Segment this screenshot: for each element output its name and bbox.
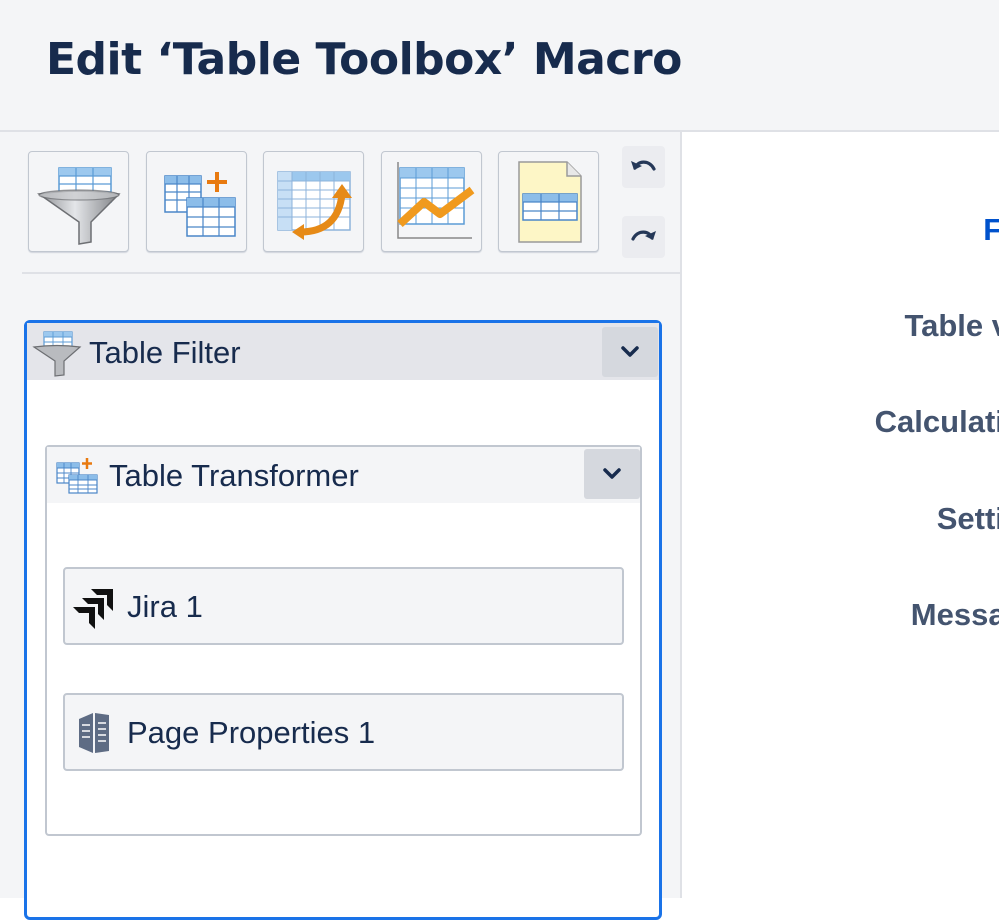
jira-icon	[71, 587, 115, 631]
settings-navigation: Filter Table view Calculations Settings …	[682, 132, 999, 898]
nav-item-table-view[interactable]: Table view	[905, 308, 999, 344]
table-chart-icon	[388, 158, 476, 246]
table-document-icon	[505, 158, 593, 246]
undo-icon	[629, 153, 658, 181]
table-plus-icon	[153, 158, 241, 246]
dialog-header: Edit ‘Table Toolbox’ Macro	[0, 0, 999, 132]
table-filter-label: Table Filter	[89, 335, 241, 371]
table-pivot-icon	[270, 158, 358, 246]
add-table-spreadsheet-button[interactable]	[498, 151, 599, 252]
table-plus-icon	[55, 457, 99, 495]
nav-item-settings[interactable]: Settings	[937, 501, 999, 537]
add-table-filter-button[interactable]	[28, 151, 129, 252]
dialog-title: Edit ‘Table Toolbox’ Macro	[46, 34, 682, 85]
nav-item-messages[interactable]: Messages	[911, 597, 999, 633]
add-pivot-table-button[interactable]	[263, 151, 364, 252]
page-properties-icon	[77, 711, 113, 755]
table-transformer-header[interactable]: Table Transformer	[47, 447, 640, 503]
undo-button[interactable]	[622, 146, 665, 188]
source-page-properties-label: Page Properties 1	[127, 715, 375, 751]
nav-item-calculations[interactable]: Calculations	[875, 404, 999, 440]
redo-button[interactable]	[622, 216, 665, 258]
source-jira[interactable]: Jira 1	[63, 567, 624, 645]
table-filter-collapse-button[interactable]	[602, 327, 658, 377]
table-transformer-collapse-button[interactable]	[584, 449, 640, 499]
funnel-table-icon	[35, 158, 123, 246]
chevron-down-icon	[602, 464, 622, 484]
toolbar-divider	[22, 272, 680, 274]
add-table-transformer-button[interactable]	[146, 151, 247, 252]
redo-icon	[629, 223, 658, 251]
table-filter-header[interactable]: Table Filter	[27, 323, 659, 380]
source-jira-label: Jira 1	[127, 589, 203, 625]
table-transformer-label: Table Transformer	[109, 458, 359, 494]
nav-item-filter[interactable]: Filter	[983, 212, 999, 248]
chevron-down-icon	[620, 342, 640, 362]
source-page-properties[interactable]: Page Properties 1	[63, 693, 624, 771]
add-table-chart-button[interactable]	[381, 151, 482, 252]
funnel-table-icon	[32, 329, 82, 377]
